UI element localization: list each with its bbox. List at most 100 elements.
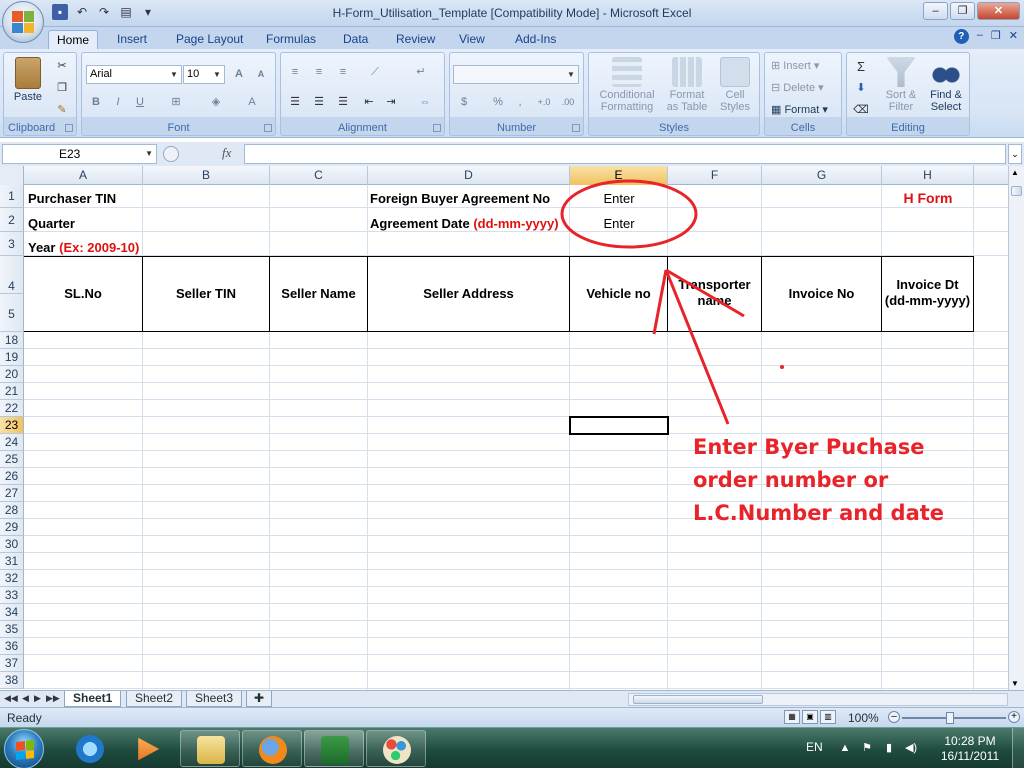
autosum-button[interactable]: Σ [851,57,871,76]
row-header-37[interactable]: 37 [0,655,24,672]
normal-view-icon[interactable]: ▦ [784,710,800,724]
middle-align-icon[interactable]: ≡ [309,63,329,82]
wrap-text-icon[interactable]: ↵ [411,63,431,82]
horizontal-scroll-thumb[interactable] [633,695,763,704]
minimize-button[interactable]: – [923,2,948,20]
quarter-label[interactable]: Quarter [28,216,75,231]
zoom-level[interactable]: 100% [848,711,879,725]
row-header-5[interactable]: 5 [0,294,24,332]
row-header-21[interactable]: 21 [0,383,24,400]
header-invoice-no[interactable]: Invoice No [762,286,881,302]
sheet-tab-sheet2[interactable]: Sheet2 [126,691,183,707]
zoom-slider[interactable]: – + [888,711,1020,724]
year-label[interactable]: Year (Ex: 2009-10) [28,240,139,255]
first-sheet-icon[interactable]: ◀◀ [4,693,18,704]
format-cells-button[interactable]: ▦ Format ▾ [771,103,828,116]
expand-formula-bar-icon[interactable]: ⌄ [1008,144,1022,164]
delete-cells-button[interactable]: ⊟ Delete ▾ [771,81,824,94]
percent-button[interactable]: % [488,93,508,112]
orientation-icon[interactable]: ⟋ [365,63,385,82]
tray-expand-icon[interactable]: ▲ [838,741,852,755]
column-header-b[interactable]: B [143,166,270,185]
row-header-4[interactable]: 4 [0,256,24,294]
paste-button[interactable]: Paste [10,57,46,103]
row-header-38[interactable]: 38 [0,672,24,689]
select-all-corner[interactable] [0,166,24,185]
taskbar-explorer[interactable] [180,730,240,767]
sheet-tab-sheet1[interactable]: Sheet1 [64,691,122,707]
ribbon-minimize-icon[interactable]: – [977,29,983,44]
sort-filter-button[interactable]: Sort & Filter [881,57,921,113]
bottom-align-icon[interactable]: ≡ [333,63,353,82]
format-painter-icon[interactable]: ✎ [52,101,72,120]
tab-insert[interactable]: Insert [109,30,155,49]
row-header-22[interactable]: 22 [0,400,24,417]
fill-down-icon[interactable]: ⬇ [851,79,871,98]
header-vehicle-no[interactable]: Vehicle no [570,286,667,302]
fill-color-icon[interactable]: ◈ [206,93,226,112]
column-header-e[interactable]: E [570,166,668,185]
agreement-date-label[interactable]: Agreement Date (dd-mm-yyyy) [370,216,559,231]
office-button[interactable] [2,1,44,43]
cell-styles-button[interactable]: Cell Styles [713,57,757,113]
align-right-icon[interactable]: ☰ [333,93,353,112]
ribbon-close-icon[interactable]: ✕ [1009,29,1018,44]
header-seller-name[interactable]: Seller Name [270,286,367,302]
tab-home[interactable]: Home [48,30,99,49]
insert-sheet-icon[interactable]: ✚ [246,691,272,707]
next-sheet-icon[interactable]: ▶ [34,693,41,704]
merge-center-icon[interactable]: ⇔ [415,93,435,112]
increase-decimal-button[interactable]: +.0 [534,93,554,112]
language-indicator[interactable]: EN [806,740,823,754]
clear-icon[interactable]: ⌫ [851,101,871,120]
start-button[interactable] [4,729,44,768]
top-align-icon[interactable]: ≡ [285,63,305,82]
header-sl-no[interactable]: SL.No [24,286,142,302]
row-header-28[interactable]: 28 [0,502,24,519]
column-header-d[interactable]: D [368,166,570,185]
tab-view[interactable]: View [451,30,493,49]
conditional-formatting-button[interactable]: Conditional Formatting [593,57,661,113]
close-button[interactable]: ✕ [977,2,1020,20]
row-header-20[interactable]: 20 [0,366,24,383]
insert-cells-button[interactable]: ⊞ Insert ▾ [771,59,819,72]
row-header-2[interactable]: 2 [0,208,24,232]
cut-icon[interactable]: ✂ [52,57,72,76]
alignment-launcher-icon[interactable] [433,124,441,132]
copy-icon[interactable]: ❐ [52,79,72,98]
ribbon-restore-icon[interactable]: ❐ [991,29,1001,44]
tab-data[interactable]: Data [335,30,376,49]
borders-icon[interactable]: ⊞ [166,93,186,112]
italic-button[interactable]: I [108,93,128,112]
format-as-table-button[interactable]: Format as Table [663,57,711,113]
currency-button[interactable]: $ [454,93,474,112]
shrink-font-button[interactable]: A [251,65,271,84]
taskbar-paint[interactable] [366,730,426,767]
page-break-view-icon[interactable]: ▥ [820,710,836,724]
zoom-in-icon[interactable]: + [1008,711,1020,723]
row-header-27[interactable]: 27 [0,485,24,502]
underline-button[interactable]: U [130,93,150,112]
network-icon[interactable]: ▮ [882,741,896,755]
font-name-combo[interactable]: Arial ▼ [86,65,182,84]
scroll-down-icon[interactable]: ▼ [1011,679,1019,688]
bold-button[interactable]: B [86,93,106,112]
help-icon[interactable]: ? [953,29,969,44]
font-launcher-icon[interactable] [264,124,272,132]
vertical-scrollbar[interactable]: ▲ ▼ [1008,166,1024,690]
grow-font-button[interactable]: A [229,65,249,84]
row-header-3[interactable]: 3 [0,232,24,256]
number-format-combo[interactable]: ▼ [453,65,579,84]
formula-input[interactable] [244,144,1006,164]
purchaser-tin-label[interactable]: Purchaser TIN [28,191,116,206]
prev-sheet-icon[interactable]: ◀ [22,693,29,704]
row-header-34[interactable]: 34 [0,604,24,621]
row-header-19[interactable]: 19 [0,349,24,366]
sheet-tab-sheet3[interactable]: Sheet3 [186,691,243,707]
align-center-icon[interactable]: ☰ [309,93,329,112]
comma-button[interactable]: , [510,93,530,112]
active-cell-e23[interactable] [569,416,669,435]
name-box[interactable]: E23 ▼ [2,144,157,164]
header-invoice-dt[interactable]: Invoice Dt (dd-mm-yyyy) [882,277,973,309]
foreign-buyer-label[interactable]: Foreign Buyer Agreement No [370,191,550,206]
